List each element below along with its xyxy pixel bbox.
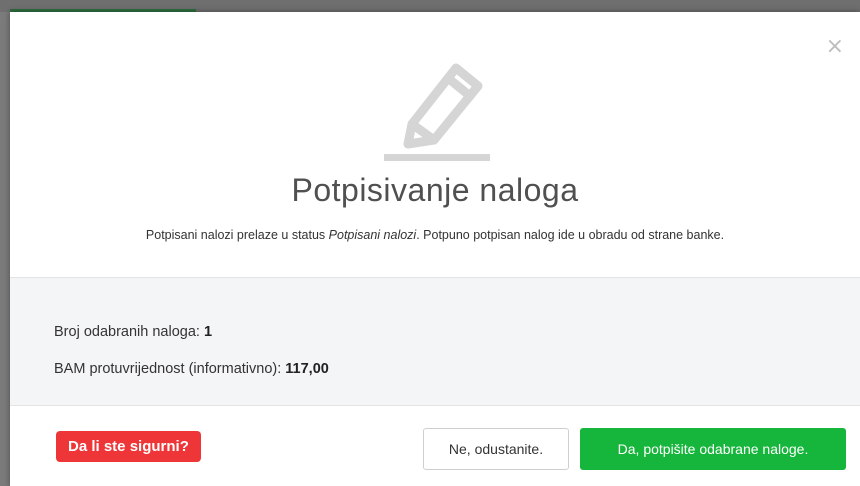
- modal-title: Potpisivanje naloga: [291, 172, 579, 208]
- info-panel: Broj odabranih naloga: 1 BAM protuvrijed…: [10, 277, 860, 406]
- amount-value: 117,00: [285, 361, 329, 377]
- subtitle-suffix: . Potpuno potpisan nalog ide u obradu od…: [416, 228, 725, 242]
- modal-subtitle: Potpisani nalozi prelaze u status Potpis…: [10, 228, 860, 242]
- confirm-sign-button[interactable]: Da, potpišite odabrane naloge.: [580, 428, 846, 470]
- amount-row: BAM protuvrijednost (informativno): 117,…: [54, 361, 329, 377]
- selected-count-row: Broj odabranih naloga: 1: [54, 324, 212, 340]
- cancel-button[interactable]: Ne, odustanite.: [423, 428, 569, 470]
- amount-label: BAM protuvrijednost (informativno):: [54, 361, 286, 377]
- sign-orders-modal: × Potpisivanje naloga Potpisani nalozi p…: [10, 12, 860, 486]
- selected-count-label: Broj odabranih naloga:: [54, 324, 204, 340]
- subtitle-status: Potpisani nalozi: [328, 228, 417, 242]
- subtitle-prefix: Potpisani nalozi prelaze u status: [145, 228, 329, 242]
- selected-count-value: 1: [203, 324, 213, 340]
- pencil-icon: [384, 63, 490, 161]
- confirmation-warning-badge: Da li ste sigurni?: [56, 431, 201, 462]
- close-icon[interactable]: ×: [826, 36, 844, 58]
